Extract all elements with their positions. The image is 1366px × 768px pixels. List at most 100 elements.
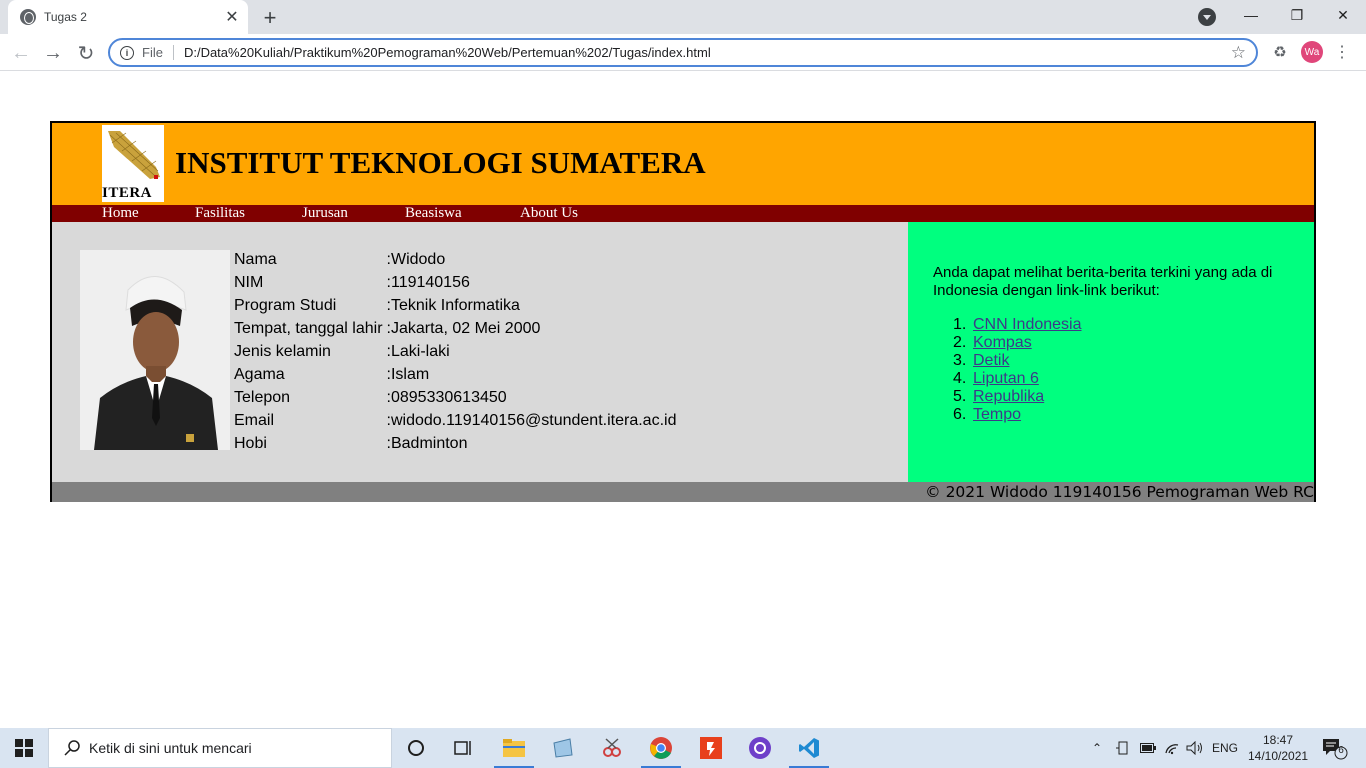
bio-row-telepon: Telepon :0895330613450 — [232, 388, 678, 411]
clock-date: 14/10/2021 — [1248, 749, 1309, 763]
bio-value: :Laki-laki — [386, 343, 450, 360]
sumatra-map-icon — [108, 131, 160, 179]
link-cnn-indonesia[interactable]: CNN Indonesia — [973, 316, 1082, 333]
nav-about-us[interactable]: About Us — [520, 205, 578, 222]
tab-close-icon[interactable]: ✕ — [222, 7, 242, 27]
footer-copyright: © 2021 Widodo 119140156 Pemograman Web R… — [925, 483, 1314, 501]
search-icon — [64, 740, 80, 756]
bio-row-email: Email:widodo.119140156@stundent.itera.ac… — [232, 411, 678, 434]
profile-avatar[interactable]: Wa — [1301, 41, 1323, 63]
battery-icon[interactable] — [1140, 728, 1156, 768]
nav-beasiswa[interactable]: Beasiswa — [405, 205, 462, 222]
windows-start-button[interactable] — [0, 728, 48, 768]
taskbar-search-placeholder: Ketik di sini untuk mencari — [89, 740, 252, 756]
taskbar-search-input[interactable]: Ketik di sini untuk mencari — [48, 728, 392, 768]
link-detik[interactable]: Detik — [973, 352, 1009, 369]
itera-logo: ITERA — [102, 125, 164, 202]
notepad-icon[interactable] — [538, 728, 586, 768]
forward-arrow-icon[interactable]: → — [40, 40, 66, 66]
list-item: 1. CNN Indonesia — [953, 316, 1082, 334]
page-container: ITERA INSTITUT TEKNOLOGI SUMATERA Home F… — [50, 121, 1316, 502]
minimize-button[interactable]: — — [1228, 0, 1274, 30]
bio-value: :Jakarta, 02 Mei 2000 — [386, 320, 541, 337]
link-republika[interactable]: Republika — [973, 388, 1044, 405]
bio-table: Nama:Widodo NIM:119140156 Program Studi:… — [232, 250, 678, 457]
nav-home[interactable]: Home — [102, 205, 139, 222]
link-liputan-6[interactable]: Liputan 6 — [973, 370, 1039, 387]
bio-row-agama: Agama:Islam — [232, 365, 678, 388]
bio-row-nim: NIM:119140156 — [232, 273, 678, 296]
url-scheme: File — [142, 45, 174, 60]
system-clock[interactable]: 18:47 14/10/2021 — [1248, 732, 1308, 764]
list-item: 5. Republika — [953, 388, 1082, 406]
cortana-icon[interactable] — [392, 728, 440, 768]
link-tempo[interactable]: Tempo — [973, 406, 1021, 423]
list-item: 3. Detik — [953, 352, 1082, 370]
site-header: ITERA INSTITUT TEKNOLOGI SUMATERA — [52, 123, 1314, 205]
list-number: 1. — [953, 316, 967, 333]
browser-toolbar: ← → ↻ i File D:/Data%20Kuliah/Praktikum%… — [0, 34, 1366, 71]
bio-label: Telepon — [234, 389, 291, 406]
logo-text: ITERA — [102, 185, 153, 201]
bio-label: Nama — [234, 251, 277, 268]
close-window-button[interactable]: ✕ — [1320, 0, 1366, 30]
news-aside: Anda dapat melihat berita-berita terkini… — [908, 222, 1314, 482]
notification-center-icon[interactable]: 6 — [1320, 736, 1348, 760]
link-kompas[interactable]: Kompas — [973, 334, 1032, 351]
list-number: 2. — [953, 334, 967, 351]
foxit-reader-icon[interactable] — [687, 728, 735, 768]
new-tab-button[interactable]: + — [258, 5, 282, 30]
bio-label: Hobi — [234, 435, 267, 452]
wifi-icon[interactable] — [1164, 728, 1180, 768]
browser-tab[interactable]: Tugas 2 ✕ — [8, 0, 248, 34]
bio-value: :0895330613450 — [386, 389, 507, 406]
tab-search-icon[interactable] — [1198, 8, 1216, 26]
list-number: 5. — [953, 388, 967, 405]
windows-logo-icon — [15, 739, 33, 757]
site-title: INSTITUT TEKNOLOGI SUMATERA — [175, 145, 706, 180]
list-number: 3. — [953, 352, 967, 369]
bio-value: :119140156 — [386, 274, 470, 291]
bio-value: :widodo.119140156@stundent.itera.ac.id — [386, 412, 677, 429]
list-item: 2. Kompas — [953, 334, 1082, 352]
nav-fasilitas[interactable]: Fasilitas — [195, 205, 245, 222]
tab-strip: Tugas 2 ✕ + — ❐ ✕ — [0, 0, 1366, 34]
bio-value: :Islam — [386, 366, 430, 383]
list-item: 6. Tempo — [953, 406, 1082, 424]
tab-title: Tugas 2 — [44, 10, 87, 24]
clock-time: 18:47 — [1262, 733, 1294, 747]
restore-button[interactable]: ❐ — [1274, 0, 1320, 30]
snipping-tool-icon[interactable] — [588, 728, 636, 768]
bio-row-hobi: Hobi:Badminton — [232, 434, 678, 457]
bio-row-nama: Nama:Widodo — [232, 250, 678, 273]
person-photo-icon — [80, 250, 230, 450]
menu-kebab-icon[interactable]: ⋮ — [1334, 41, 1350, 63]
reload-icon[interactable]: ↻ — [73, 40, 99, 66]
bookmark-star-icon[interactable]: ☆ — [1231, 43, 1246, 63]
input-language-indicator[interactable]: ENG — [1212, 728, 1238, 768]
file-explorer-icon[interactable] — [490, 728, 538, 768]
taskbar: Ketik di sini untuk mencari ⌃ ENG 18:47 … — [0, 728, 1366, 768]
meet-now-icon[interactable] — [1116, 728, 1130, 768]
news-link-list: 1. CNN Indonesia 2. Kompas 3. Detik 4. Liput… — [953, 316, 1082, 424]
vscode-icon[interactable] — [785, 728, 833, 768]
volume-icon[interactable] — [1186, 728, 1204, 768]
back-arrow-icon[interactable]: ← — [8, 40, 34, 66]
address-bar[interactable]: i File D:/Data%20Kuliah/Praktikum%20Pemo… — [108, 38, 1258, 67]
list-number: 6. — [953, 406, 967, 423]
globe-icon — [20, 9, 36, 25]
info-icon[interactable]: i — [120, 45, 134, 60]
url-text[interactable]: D:/Data%20Kuliah/Praktikum%20Pemograman%… — [184, 45, 1231, 60]
show-hidden-icons-chevron-icon[interactable]: ⌃ — [1092, 728, 1102, 768]
bio-label: Program Studi — [234, 297, 337, 314]
bio-row-jenis-kelamin: Jenis kelamin :Laki-laki — [232, 342, 678, 365]
extensions-puzzle-icon[interactable]: ♻ — [1270, 42, 1290, 62]
profile-photo — [80, 250, 230, 450]
chrome-icon[interactable] — [637, 728, 685, 768]
nav-jurusan[interactable]: Jurusan — [302, 205, 348, 222]
list-item: 4. Liputan 6 — [953, 370, 1082, 388]
bio-value: :Teknik Informatika — [386, 297, 520, 314]
bio-label: Jenis kelamin — [234, 343, 331, 360]
github-desktop-icon[interactable] — [736, 728, 784, 768]
task-view-icon[interactable] — [440, 728, 488, 768]
